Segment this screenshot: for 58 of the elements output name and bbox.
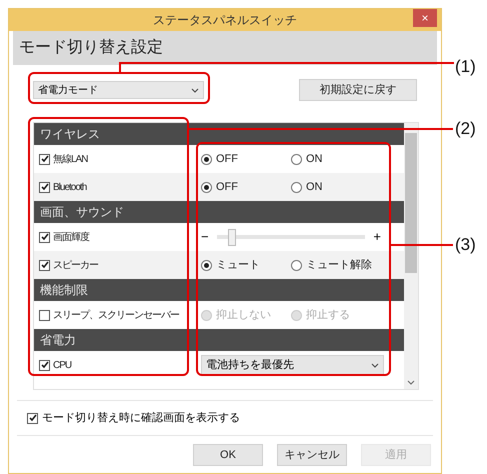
checkbox[interactable] xyxy=(39,232,50,242)
section-header: 省電力 xyxy=(34,329,404,351)
radio-label: ミュート xyxy=(216,258,260,273)
section-header: 機能制限 xyxy=(34,279,404,301)
dialog-button[interactable]: キャンセル xyxy=(277,444,347,466)
minus-label[interactable]: − xyxy=(201,227,209,247)
select-dropdown[interactable]: 電池持ちを最優先 xyxy=(201,355,384,375)
radio-label: 抑止する xyxy=(306,308,350,323)
checkmark-icon xyxy=(40,361,48,369)
checkmark-icon xyxy=(40,155,48,163)
radio-label: ON xyxy=(306,180,322,195)
scrollbar[interactable] xyxy=(404,123,418,389)
radio-label: 抑止しない xyxy=(216,308,271,323)
callout-label: (2) xyxy=(455,118,476,140)
slider-thumb[interactable] xyxy=(228,228,236,246)
chevron-down-icon[interactable] xyxy=(407,380,415,385)
checkbox[interactable] xyxy=(39,360,50,370)
setting-label: スリープ、スクリーンセーバー xyxy=(53,308,179,322)
checkbox[interactable] xyxy=(39,154,50,164)
radio-label: ミュート解除 xyxy=(306,258,372,273)
callout-label: (1) xyxy=(455,56,476,78)
checkbox[interactable] xyxy=(39,310,50,320)
checkbox[interactable] xyxy=(27,412,38,424)
section-header: 画面、サウンド xyxy=(34,201,404,223)
reset-button[interactable]: 初期設定に戻す xyxy=(299,79,417,101)
checkmark-icon xyxy=(28,414,36,422)
checkmark-icon xyxy=(40,233,48,241)
section-header: ワイヤレス xyxy=(34,123,404,145)
radio-button[interactable] xyxy=(201,154,212,164)
setting-label: Bluetooth xyxy=(53,180,86,194)
window-title: ステータスパネルスイッチ xyxy=(153,12,297,29)
radio-button[interactable] xyxy=(291,260,302,270)
radio-label: OFF xyxy=(216,180,238,195)
checkbox[interactable] xyxy=(39,182,50,192)
leader-line xyxy=(391,244,453,246)
radio-label: ON xyxy=(306,152,322,167)
mode-dropdown[interactable]: 省電力モード xyxy=(33,81,204,99)
setting-label: CPU xyxy=(53,358,72,372)
slider-track[interactable] xyxy=(216,228,366,246)
setting-label: スピーカー xyxy=(53,258,98,272)
checkmark-icon xyxy=(40,261,48,269)
chevron-down-icon xyxy=(371,362,379,368)
plus-label[interactable]: + xyxy=(373,227,381,247)
radio-button[interactable] xyxy=(291,154,302,164)
radio-label: OFF xyxy=(216,152,238,167)
setting-label: 無線LAN xyxy=(53,152,88,166)
close-button[interactable]: × xyxy=(413,9,437,27)
page-title: モード切り替え設定 xyxy=(19,38,163,58)
radio-button[interactable] xyxy=(201,182,212,192)
confirm-label: モード切り替え時に確認画面を表示する xyxy=(42,410,240,426)
chevron-down-icon xyxy=(191,88,199,92)
checkbox[interactable] xyxy=(39,260,50,270)
setting-label: 画面輝度 xyxy=(53,230,89,244)
radio-button[interactable] xyxy=(201,260,212,270)
radio-button[interactable] xyxy=(291,182,302,192)
checkmark-icon xyxy=(40,183,48,191)
dialog-button[interactable]: OK xyxy=(193,444,263,466)
callout-label: (3) xyxy=(455,234,476,256)
